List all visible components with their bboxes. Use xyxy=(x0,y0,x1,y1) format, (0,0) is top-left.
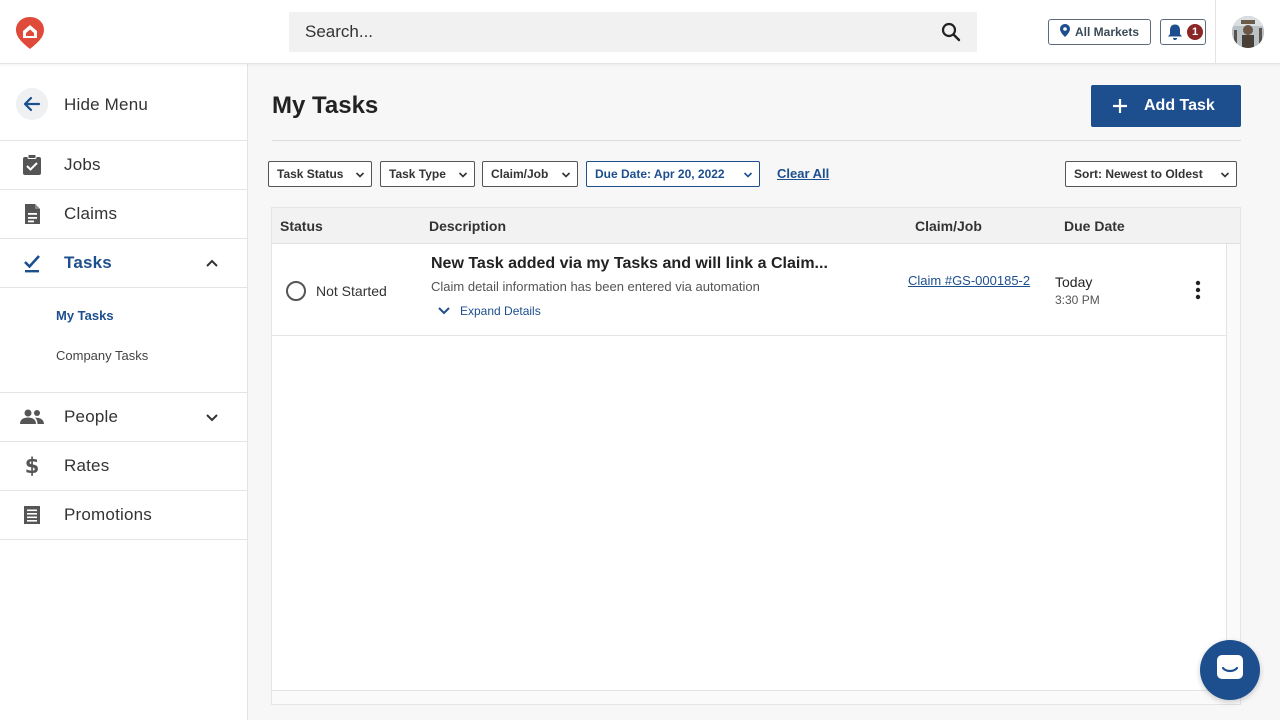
filter-label: Task Status xyxy=(277,167,344,181)
sidebar-item-label: Claims xyxy=(64,204,118,223)
user-avatar[interactable] xyxy=(1232,16,1264,48)
task-status-text: Not Started xyxy=(316,283,387,299)
filter-label: Task Type xyxy=(389,167,446,181)
arrow-left-icon xyxy=(16,88,48,120)
sidebar-item-rates[interactable]: $ Rates xyxy=(0,442,248,491)
people-icon xyxy=(20,405,44,429)
add-task-button[interactable]: Add Task xyxy=(1091,85,1241,127)
filter-claim-job[interactable]: Claim/Job xyxy=(482,161,578,187)
top-bar: All Markets 1 xyxy=(0,0,1280,64)
claim-link[interactable]: Claim #GS-000185-2 xyxy=(908,271,1046,291)
table-header: Status Description Claim/Job Due Date xyxy=(272,208,1240,244)
chevron-down-icon xyxy=(561,169,571,179)
sort-dropdown[interactable]: Sort: Newest to Oldest xyxy=(1065,161,1237,187)
table-scrollbar[interactable] xyxy=(1226,244,1240,690)
chevron-down-icon[interactable] xyxy=(202,407,222,427)
chevron-down-icon xyxy=(355,169,365,179)
column-header-status[interactable]: Status xyxy=(280,218,323,234)
sidebar-item-jobs[interactable]: Jobs xyxy=(0,141,248,190)
document-icon xyxy=(20,202,44,226)
chevron-down-icon xyxy=(1220,169,1230,179)
plus-icon xyxy=(1111,97,1129,115)
chat-icon xyxy=(1215,653,1245,688)
filter-label: Due Date: Apr 20, 2022 xyxy=(595,167,725,181)
check-icon xyxy=(20,251,44,275)
due-date-time: 3:30 PM xyxy=(1055,293,1100,307)
sidebar-item-label: People xyxy=(64,407,119,426)
due-date-day: Today xyxy=(1055,274,1093,290)
column-header-claim-job[interactable]: Claim/Job xyxy=(915,218,982,234)
add-task-label: Add Task xyxy=(1144,97,1215,114)
sidebar-item-promotions[interactable]: Promotions xyxy=(0,491,248,540)
sidebar-item-label: Jobs xyxy=(64,155,101,174)
clipboard-check-icon xyxy=(20,153,44,177)
sidebar-item-label: Rates xyxy=(64,456,110,475)
filter-label: Claim/Job xyxy=(491,167,549,181)
sidebar-subitem-company-tasks[interactable]: Company Tasks xyxy=(56,348,148,363)
sidebar-item-claims[interactable]: Claims xyxy=(0,190,248,239)
clear-all-link[interactable]: Clear All xyxy=(777,166,829,181)
svg-text:$: $ xyxy=(25,455,39,477)
sidebar-item-people[interactable]: People xyxy=(0,393,248,442)
task-description: Claim detail information has been entere… xyxy=(431,279,760,294)
tasks-submenu: My Tasks Company Tasks xyxy=(0,288,248,393)
chevron-down-icon xyxy=(458,169,468,179)
sidebar-item-label: Promotions xyxy=(64,505,152,524)
sidebar: Hide Menu Jobs Claims Tasks My Tasks Com… xyxy=(0,64,248,720)
column-header-due-date[interactable]: Due Date xyxy=(1064,218,1125,234)
search-input[interactable] xyxy=(289,12,929,52)
sidebar-item-tasks[interactable]: Tasks xyxy=(0,239,248,288)
chevron-down-icon xyxy=(743,169,753,179)
sort-label: Sort: Newest to Oldest xyxy=(1074,167,1203,181)
receipt-icon xyxy=(20,503,44,527)
page-title: My Tasks xyxy=(272,92,379,119)
sidebar-subitem-my-tasks[interactable]: My Tasks xyxy=(56,308,114,323)
filter-task-status[interactable]: Task Status xyxy=(268,161,372,187)
map-pin-icon xyxy=(1059,24,1070,40)
market-selector-button[interactable]: All Markets xyxy=(1048,19,1151,45)
chat-support-button[interactable] xyxy=(1200,640,1260,700)
table-footer xyxy=(272,690,1240,704)
column-header-description[interactable]: Description xyxy=(429,218,506,234)
task-title[interactable]: New Task added via my Tasks and will lin… xyxy=(431,255,886,273)
more-options-icon[interactable] xyxy=(1188,278,1208,302)
expand-details-label: Expand Details xyxy=(460,304,541,318)
search-icon[interactable] xyxy=(941,22,961,42)
hide-menu-button[interactable]: Hide Menu xyxy=(0,64,248,141)
header-divider xyxy=(1215,0,1216,64)
hide-menu-label: Hide Menu xyxy=(64,95,149,114)
filter-due-date[interactable]: Due Date: Apr 20, 2022 xyxy=(586,161,760,187)
dollar-icon: $ xyxy=(20,454,44,478)
search-bar xyxy=(289,12,977,52)
task-status-radio[interactable] xyxy=(286,281,306,301)
table-row: Not Started New Task added via my Tasks … xyxy=(272,244,1226,336)
sidebar-item-label: Tasks xyxy=(64,253,112,272)
main-content: My Tasks Add Task Task Status Task Type … xyxy=(249,64,1280,720)
market-label: All Markets xyxy=(1074,25,1140,39)
chevron-down-icon xyxy=(437,305,451,317)
tasks-table: Status Description Claim/Job Due Date No… xyxy=(271,207,1241,705)
notifications-button[interactable]: 1 xyxy=(1160,19,1206,45)
notification-count-badge: 1 xyxy=(1187,24,1203,40)
chevron-up-icon[interactable] xyxy=(202,253,222,273)
bell-icon xyxy=(1166,23,1184,41)
title-divider xyxy=(272,140,1241,141)
filter-task-type[interactable]: Task Type xyxy=(380,161,475,187)
brand-logo-icon[interactable] xyxy=(15,16,45,50)
